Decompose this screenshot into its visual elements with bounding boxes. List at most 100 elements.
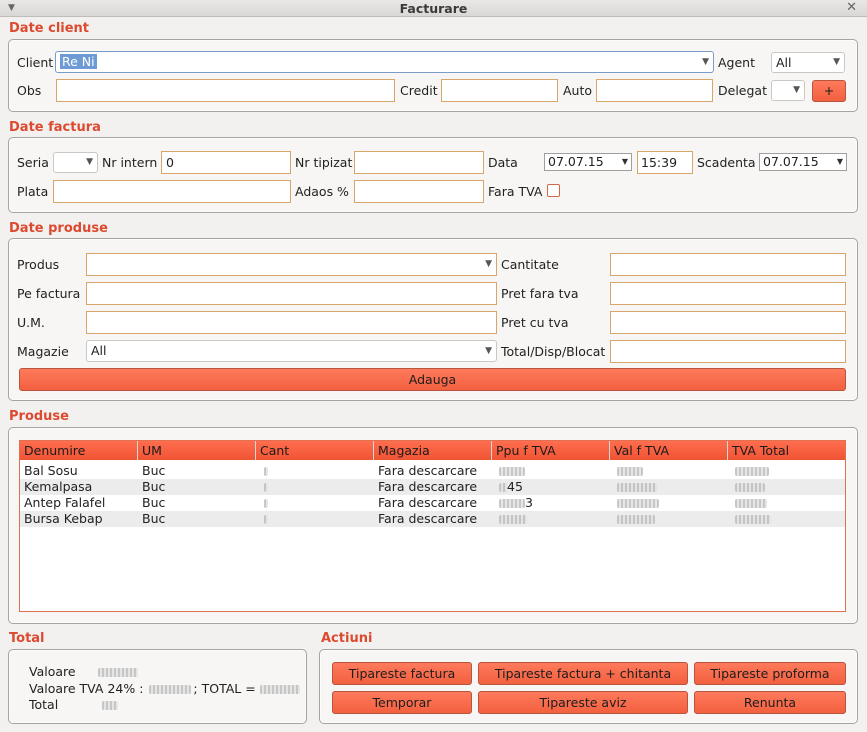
tipareste-proforma-button[interactable]: Tipareste proforma	[694, 662, 846, 685]
client-label: Client	[17, 55, 54, 70]
valoare-label: Valoare	[29, 664, 138, 679]
valoare-tva-label: Valoare TVA 24% :	[29, 681, 144, 696]
tipareste-factura-chitanta-button[interactable]: Tipareste factura + chitanta	[478, 662, 688, 685]
seria-label: Seria	[17, 155, 49, 170]
plata-field[interactable]	[53, 180, 291, 203]
cell-um: Buc	[142, 495, 166, 510]
obs-field[interactable]	[56, 79, 395, 102]
pe-factura-label: Pe factura	[17, 286, 81, 301]
credit-field[interactable]	[441, 79, 558, 102]
credit-label: Credit	[400, 83, 438, 98]
scadenta-label: Scadenta	[697, 155, 756, 170]
pe-factura-field[interactable]	[86, 282, 497, 305]
cell-tva-redacted	[731, 463, 769, 479]
column-header[interactable]: TVA Total	[728, 441, 845, 460]
cell-val-redacted	[613, 463, 643, 479]
pret-fara-tva-label: Pret fara tva	[501, 286, 579, 301]
client-combo[interactable]: Re Ni ▼	[55, 51, 714, 73]
auto-label: Auto	[563, 83, 593, 98]
total-disp-label: Total/Disp/Blocat	[501, 344, 606, 359]
column-header[interactable]: Val f TVA	[610, 441, 728, 460]
cell-ppu: 45	[495, 479, 523, 495]
cell-denumire: Kemalpasa	[24, 479, 93, 494]
section-title-produse-list: Produse	[9, 409, 69, 424]
client-selected-value: Re Ni	[60, 54, 97, 69]
tipareste-factura-button[interactable]: Tipareste factura	[332, 662, 472, 685]
close-icon[interactable]: ✕	[846, 0, 857, 16]
column-header[interactable]: Magazia	[374, 441, 492, 460]
tipareste-aviz-button[interactable]: Tipareste aviz	[478, 691, 688, 714]
data-value: 07.07.15	[548, 154, 604, 169]
produs-combo[interactable]: ▼	[86, 253, 497, 276]
window-title: Facturare	[399, 1, 468, 16]
column-header[interactable]: Cant	[256, 441, 374, 460]
agent-select[interactable]: All ▼	[771, 52, 845, 73]
cell-denumire: Bal Sosu	[24, 463, 78, 478]
pret-cu-tva-label: Pret cu tva	[501, 315, 569, 330]
table-header: Denumire UM Cant Magazia Ppu f TVA Val f…	[20, 441, 845, 460]
cell-tva-redacted	[731, 511, 771, 527]
cell-cant-redacted	[260, 479, 268, 495]
column-header[interactable]: Denumire	[20, 441, 138, 460]
agent-label: Agent	[718, 55, 755, 70]
temporar-button[interactable]: Temporar	[332, 691, 472, 714]
cell-val-redacted	[613, 495, 659, 511]
section-title-produse-form: Date produse	[9, 221, 108, 236]
delegat-label: Delegat	[718, 83, 767, 98]
tva-value-redacted	[149, 685, 192, 694]
cell-ppu-redacted	[495, 463, 525, 479]
cell-um: Buc	[142, 511, 166, 526]
cell-val-redacted	[613, 511, 655, 527]
chevron-down-icon: ▼	[485, 259, 492, 269]
obs-label: Obs	[17, 83, 42, 98]
seria-select[interactable]: ▼	[53, 152, 98, 173]
nr-tipizat-label: Nr tipizat	[295, 155, 353, 170]
cell-ppu-visible: 3	[525, 495, 533, 510]
pret-fara-tva-field[interactable]	[610, 282, 846, 305]
total-disp-field[interactable]	[610, 340, 846, 363]
cell-denumire: Antep Falafel	[24, 495, 106, 510]
cell-magazia: Fara descarcare	[378, 511, 478, 526]
column-header[interactable]: UM	[138, 441, 256, 460]
add-delegat-button[interactable]: +	[812, 80, 846, 102]
chevron-down-icon: ▼	[621, 157, 628, 166]
cell-um: Buc	[142, 479, 166, 494]
adauga-button[interactable]: Adauga	[19, 368, 846, 391]
data-date-picker[interactable]: 07.07.15 ▼	[544, 153, 632, 171]
produse-table: Denumire UM Cant Magazia Ppu f TVA Val f…	[19, 440, 846, 612]
fara-tva-checkbox[interactable]	[547, 184, 560, 197]
chevron-down-icon: ▼	[836, 157, 843, 166]
section-title-total: Total	[9, 631, 45, 646]
delegat-select[interactable]: ▼	[771, 80, 805, 101]
fara-tva-label: Fara TVA	[488, 184, 543, 199]
table-row[interactable]: Bal Sosu Buc Fara descarcare	[20, 463, 845, 479]
renunta-button[interactable]: Renunta	[694, 691, 846, 714]
nr-tipizat-field[interactable]	[354, 151, 484, 174]
column-header[interactable]: Ppu f TVA	[492, 441, 610, 460]
cantitate-field[interactable]	[610, 253, 846, 276]
pret-cu-tva-field[interactable]	[610, 311, 846, 334]
cell-ppu-visible: 45	[507, 479, 523, 494]
cantitate-label: Cantitate	[501, 257, 559, 272]
cell-val-redacted	[613, 479, 657, 495]
scadenta-value: 07.07.15	[763, 154, 819, 169]
chevron-down-icon: ▼	[793, 85, 800, 95]
valoare-redacted	[97, 668, 138, 677]
um-field[interactable]	[86, 311, 497, 334]
time-field[interactable]: 15:39	[637, 151, 693, 174]
produs-label: Produs	[17, 257, 60, 272]
um-label: U.M.	[17, 315, 45, 330]
cell-tva-redacted	[731, 495, 767, 511]
scadenta-date-picker[interactable]: 07.07.15 ▼	[759, 153, 847, 171]
cell-magazia: Fara descarcare	[378, 463, 478, 478]
chevron-down-icon: ▼	[485, 346, 492, 356]
magazie-select[interactable]: All ▼	[86, 340, 497, 362]
table-row[interactable]: Bursa Kebap Buc Fara descarcare	[20, 511, 845, 527]
table-row[interactable]: Antep Falafel Buc Fara descarcare 3	[20, 495, 845, 511]
nr-intern-field[interactable]: 0	[161, 151, 291, 174]
auto-field[interactable]	[596, 79, 713, 102]
adaos-field[interactable]	[354, 180, 484, 203]
cell-um: Buc	[142, 463, 166, 478]
table-row[interactable]: Kemalpasa Buc Fara descarcare 45	[20, 479, 845, 495]
total-redacted	[102, 701, 119, 710]
